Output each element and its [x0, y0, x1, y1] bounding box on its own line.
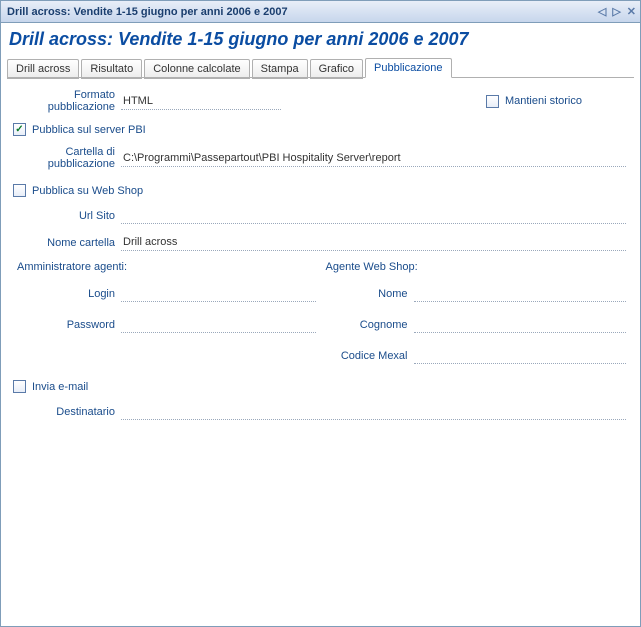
- pubblica-ws-label: Pubblica su Web Shop: [32, 185, 143, 197]
- close-icon[interactable]: ✕: [627, 5, 636, 18]
- tab-grafico[interactable]: Grafico: [310, 59, 363, 79]
- two-col-row1: Login Nome: [13, 285, 626, 310]
- two-col-row2: Password Cognome: [13, 316, 626, 341]
- mantieni-storico-label: Mantieni storico: [505, 95, 582, 107]
- page-title: Drill across: Vendite 1-15 giugno per an…: [1, 23, 640, 59]
- tab-risultato[interactable]: Risultato: [81, 59, 142, 79]
- codice-mexal-input[interactable]: [414, 347, 627, 364]
- mantieni-storico-group: Mantieni storico: [486, 95, 582, 108]
- window-frame: Drill across: Vendite 1-15 giugno per an…: [0, 0, 641, 627]
- mantieni-storico-checkbox[interactable]: [486, 95, 499, 108]
- cognome-label: Cognome: [324, 319, 414, 331]
- url-sito-label: Url Sito: [13, 210, 121, 222]
- row-password: Password: [13, 316, 316, 333]
- formato-input[interactable]: [121, 93, 281, 110]
- destinatario-input[interactable]: [121, 403, 626, 420]
- row-destinatario: Destinatario: [13, 403, 626, 420]
- pubblica-pbi-label: Pubblica sul server PBI: [32, 124, 146, 136]
- pubblica-pbi-checkbox[interactable]: [13, 123, 26, 136]
- invia-email-group: Invia e-mail: [13, 380, 626, 393]
- tab-pubblicazione[interactable]: Pubblicazione: [365, 58, 452, 78]
- prev-icon[interactable]: ◁: [598, 5, 606, 18]
- tabstrip: Drill across Risultato Colonne calcolate…: [1, 58, 640, 78]
- login-input[interactable]: [121, 285, 316, 302]
- pubblica-pbi-group: Pubblica sul server PBI: [13, 123, 626, 136]
- codice-mexal-label: Codice Mexal: [324, 350, 414, 362]
- window-title: Drill across: Vendite 1-15 giugno per an…: [7, 6, 598, 18]
- cartella-pub-label: Cartella di pubblicazione: [13, 146, 121, 170]
- row-codice-mexal: Codice Mexal: [324, 347, 627, 364]
- tab-stampa[interactable]: Stampa: [252, 59, 308, 79]
- tab-colonne-calcolate[interactable]: Colonne calcolate: [144, 59, 249, 79]
- row-nome-cartella: Nome cartella: [13, 234, 626, 251]
- row-nome: Nome: [324, 285, 627, 302]
- titlebar: Drill across: Vendite 1-15 giugno per an…: [1, 1, 640, 23]
- agente-ws-header: Agente Web Shop:: [326, 261, 627, 273]
- invia-email-checkbox[interactable]: [13, 380, 26, 393]
- row-url-sito: Url Sito: [13, 207, 626, 224]
- row-cartella-pub: Cartella di pubblicazione: [13, 146, 626, 170]
- left-empty: [13, 347, 316, 372]
- nome-cartella-input[interactable]: [121, 234, 626, 251]
- password-label: Password: [13, 319, 121, 331]
- form-area: Formato pubblicazione Mantieni storico P…: [1, 79, 640, 626]
- tab-underline: [7, 77, 634, 78]
- destinatario-label: Destinatario: [13, 406, 121, 418]
- cognome-input[interactable]: [414, 316, 627, 333]
- two-col-headers: Amministratore agenti: Agente Web Shop:: [13, 261, 626, 279]
- next-icon[interactable]: ▷: [612, 5, 620, 18]
- nome-input[interactable]: [414, 285, 627, 302]
- admin-agenti-header: Amministratore agenti:: [13, 261, 318, 273]
- login-label: Login: [13, 288, 121, 300]
- tab-drill-across[interactable]: Drill across: [7, 59, 79, 79]
- titlebar-controls: ◁ ▷ ✕: [598, 5, 636, 18]
- nome-label: Nome: [324, 288, 414, 300]
- nome-cartella-label: Nome cartella: [13, 237, 121, 249]
- pubblica-ws-group: Pubblica su Web Shop: [13, 184, 626, 197]
- two-col-row3: Codice Mexal: [13, 347, 626, 372]
- url-sito-input[interactable]: [121, 207, 626, 224]
- formato-label: Formato pubblicazione: [13, 89, 121, 113]
- row-cognome: Cognome: [324, 316, 627, 333]
- invia-email-label: Invia e-mail: [32, 381, 88, 393]
- row-formato: Formato pubblicazione Mantieni storico: [13, 89, 626, 113]
- cartella-pub-input[interactable]: [121, 150, 626, 167]
- row-login: Login: [13, 285, 316, 302]
- pubblica-ws-checkbox[interactable]: [13, 184, 26, 197]
- password-input[interactable]: [121, 316, 316, 333]
